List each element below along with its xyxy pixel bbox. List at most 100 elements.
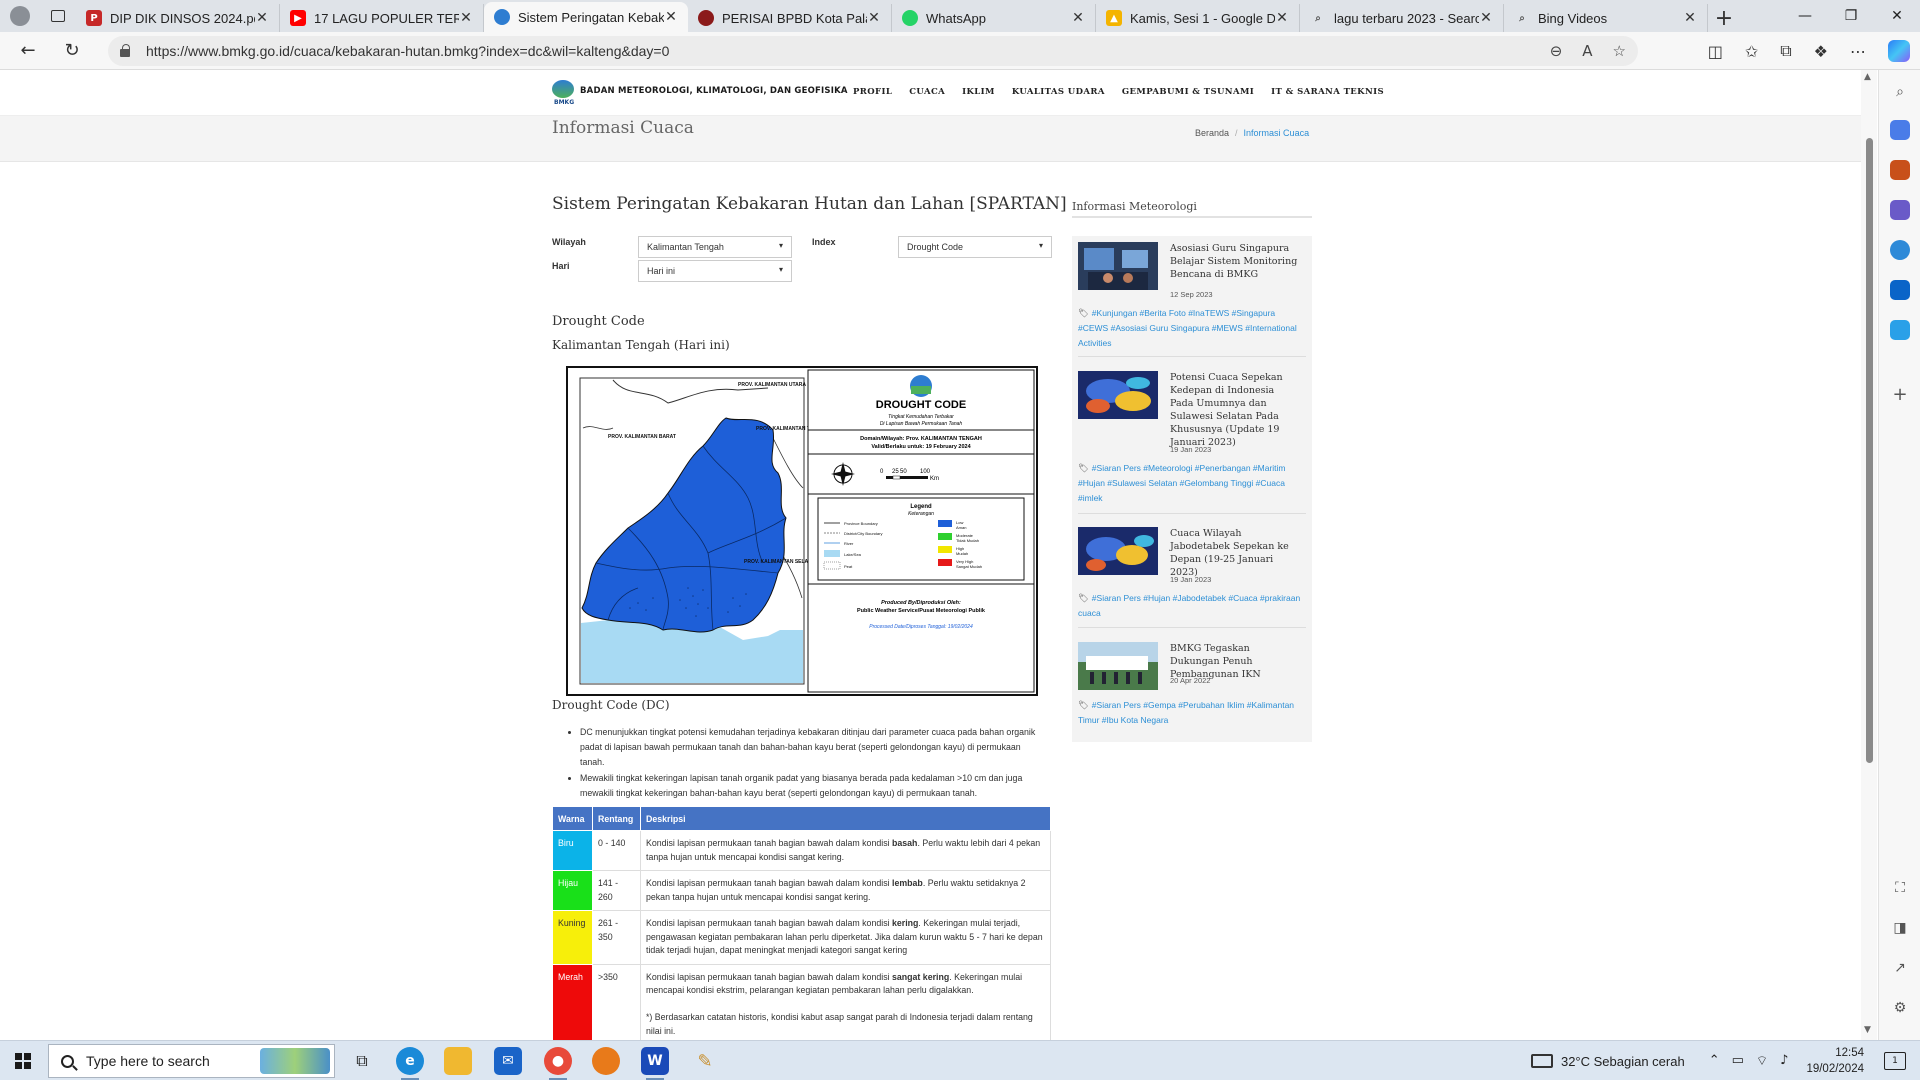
add-icon[interactable]: +: [1890, 384, 1910, 405]
news-item[interactable]: BMKG Tegaskan Dukungan Penuh Pembangunan…: [1078, 642, 1306, 742]
close-icon[interactable]: ✕: [1275, 10, 1289, 26]
volume-icon[interactable]: ♪: [1780, 1053, 1788, 1069]
index-select[interactable]: Drought Code ▾: [898, 236, 1052, 258]
news-title[interactable]: Potensi Cuaca Sepekan Kedepan di Indones…: [1170, 371, 1300, 449]
notification-button[interactable]: 1: [1884, 1052, 1906, 1070]
firefox-icon[interactable]: [592, 1047, 620, 1075]
minimize-icon[interactable]: —: [1782, 0, 1828, 32]
sidebar-panel-icon[interactable]: ◨: [1890, 918, 1910, 938]
chrome-icon[interactable]: ●: [544, 1047, 572, 1075]
hari-select[interactable]: Hari ini ▾: [638, 260, 792, 282]
extensions-icon[interactable]: ❖: [1814, 42, 1828, 61]
chevron-up-icon[interactable]: ⌃: [1709, 1053, 1720, 1069]
outlook-icon[interactable]: [1890, 280, 1910, 300]
paint-icon[interactable]: ✎: [691, 1047, 719, 1075]
meet-now-icon[interactable]: ▭: [1732, 1053, 1744, 1069]
news-title[interactable]: Asosiasi Guru Singapura Belajar Sistem M…: [1170, 242, 1300, 281]
news-tags[interactable]: #Siaran Pers #Hujan #Jabodetabek #Cuaca …: [1078, 593, 1300, 618]
tab-youtube[interactable]: ▶ 17 LAGU POPULER TERBARU✕: [280, 4, 484, 32]
split-screen-icon[interactable]: ◫: [1708, 42, 1723, 61]
close-icon[interactable]: ✕: [1683, 10, 1697, 26]
taskbar-search[interactable]: Type here to search: [48, 1044, 335, 1078]
restore-icon[interactable]: ❐: [1828, 0, 1874, 32]
news-tags[interactable]: #Siaran Pers #Gempa #Perubahan Iklim #Ka…: [1078, 700, 1294, 725]
nav-it-sarana-teknis[interactable]: IT & SARANA TEKNIS: [1271, 87, 1384, 97]
screenshot-icon[interactable]: ⛶: [1890, 878, 1910, 898]
task-view-icon[interactable]: ⧉: [348, 1047, 376, 1075]
mail-icon[interactable]: ✉: [494, 1047, 522, 1075]
breadcrumb-home[interactable]: Beranda: [1195, 128, 1229, 138]
send-icon[interactable]: [1890, 320, 1910, 340]
news-thumbnail[interactable]: [1078, 242, 1158, 290]
shopping-icon[interactable]: [1890, 120, 1910, 140]
more-menu-icon[interactable]: ⋯: [1850, 42, 1866, 61]
news-tags[interactable]: #Siaran Pers #Meteorologi #Penerbangan #…: [1078, 463, 1286, 503]
scroll-down-icon[interactable]: ▼: [1864, 1025, 1871, 1035]
tab-search[interactable]: ⌕ lagu terbaru 2023 - Search ✕: [1300, 4, 1504, 32]
copilot-icon[interactable]: [1888, 40, 1910, 62]
news-thumbnail[interactable]: [1078, 642, 1158, 690]
word-icon[interactable]: W: [641, 1047, 669, 1075]
site-name[interactable]: BADAN METEOROLOGI, KLIMATOLOGI, DAN GEOF…: [580, 86, 848, 96]
new-tab-button[interactable]: +: [1708, 4, 1740, 32]
nav-profil[interactable]: PROFIL: [853, 87, 892, 97]
settings-gear-icon[interactable]: ⚙: [1890, 998, 1910, 1018]
tab-bing-videos[interactable]: ⌕ Bing Videos ✕: [1504, 4, 1708, 32]
read-aloud-icon[interactable]: A: [1582, 42, 1592, 60]
news-title[interactable]: Cuaca Wilayah Jabodetabek Sepekan ke Dep…: [1170, 527, 1300, 579]
close-window-icon[interactable]: ✕: [1874, 0, 1920, 32]
windows-start-button[interactable]: [15, 1053, 31, 1069]
weather-widget[interactable]: 32°C Sebagian cerah: [1530, 1054, 1685, 1069]
news-tags[interactable]: #Kunjungan #Berita Foto #InaTEWS #Singap…: [1078, 308, 1297, 348]
clock[interactable]: 12:54 19/02/2024: [1806, 1045, 1864, 1077]
tab-actions-button[interactable]: [40, 0, 76, 32]
file-explorer-icon[interactable]: [444, 1047, 472, 1075]
zoom-icon[interactable]: ⊖: [1550, 42, 1563, 60]
close-icon[interactable]: ✕: [1479, 10, 1493, 26]
profile-button[interactable]: [0, 0, 40, 32]
close-icon[interactable]: ✕: [867, 10, 881, 26]
nav-cuaca[interactable]: CUACA: [909, 87, 945, 97]
tab-bmkg-active[interactable]: Sistem Peringatan Kebakaran✕: [484, 2, 688, 32]
news-item[interactable]: Asosiasi Guru Singapura Belajar Sistem M…: [1078, 242, 1306, 358]
search-icon[interactable]: ⌕: [1890, 82, 1910, 102]
close-icon[interactable]: ✕: [664, 9, 678, 25]
scrollbar-thumb[interactable]: [1866, 138, 1873, 763]
tab-pdf[interactable]: P DIP DIK DINSOS 2024.pdf ✕: [76, 4, 280, 32]
page-scrollbar[interactable]: ▲ ▼: [1861, 70, 1877, 1040]
nav-gempabumi-tsunami[interactable]: GEMPABUMI & TSUNAMI: [1122, 87, 1254, 97]
nav-kualitas-udara[interactable]: KUALITAS UDARA: [1012, 87, 1105, 97]
index-label: Index: [812, 237, 836, 247]
close-icon[interactable]: ✕: [255, 10, 269, 26]
collections-icon[interactable]: ⧉: [1780, 41, 1791, 61]
close-icon[interactable]: ✕: [459, 10, 473, 26]
news-item[interactable]: Cuaca Wilayah Jabodetabek Sepekan ke Dep…: [1078, 527, 1306, 631]
back-button[interactable]: ←: [8, 32, 48, 70]
news-item[interactable]: Potensi Cuaca Sepekan Kedepan di Indones…: [1078, 371, 1306, 514]
edge-browser-icon[interactable]: e: [396, 1047, 424, 1075]
scroll-up-icon[interactable]: ▲: [1864, 72, 1871, 82]
favorites-icon[interactable]: ✩: [1745, 42, 1758, 61]
tools-icon[interactable]: [1890, 160, 1910, 180]
nav-iklim[interactable]: IKLIM: [962, 87, 995, 97]
breadcrumb-current[interactable]: Informasi Cuaca: [1244, 128, 1310, 138]
refresh-button[interactable]: ↻: [52, 32, 92, 70]
wilayah-select[interactable]: Kalimantan Tengah ▾: [638, 236, 792, 258]
bmkg-logo[interactable]: BMKG: [552, 80, 574, 106]
drought-code-map[interactable]: PROV. KALIMANTAN BARAT PROV. KALIMANTAN …: [566, 366, 1038, 696]
external-link-icon[interactable]: ↗: [1890, 958, 1910, 978]
close-icon[interactable]: ✕: [1071, 10, 1085, 26]
wifi-icon[interactable]: ⌔: [1756, 1053, 1768, 1069]
microsoft-365-icon[interactable]: [1890, 240, 1910, 260]
news-thumbnail[interactable]: [1078, 371, 1158, 419]
tab-perisai[interactable]: PERISAI BPBD Kota Palangka✕: [688, 4, 892, 32]
news-thumbnail[interactable]: [1078, 527, 1158, 575]
url-field[interactable]: https://www.bmkg.go.id/cuaca/kebakaran-h…: [108, 36, 1638, 66]
tab-google-drive[interactable]: ▲ Kamis, Sesi 1 - Google Drive✕: [1096, 4, 1300, 32]
main-title: Sistem Peringatan Kebakaran Hutan dan La…: [552, 194, 1067, 214]
favorite-star-icon[interactable]: ☆: [1613, 42, 1626, 60]
sidebar-divider: [1072, 216, 1312, 218]
tab-title: Sistem Peringatan Kebakaran: [518, 9, 664, 25]
games-icon[interactable]: [1890, 200, 1910, 220]
tab-whatsapp[interactable]: WhatsApp ✕: [892, 4, 1096, 32]
